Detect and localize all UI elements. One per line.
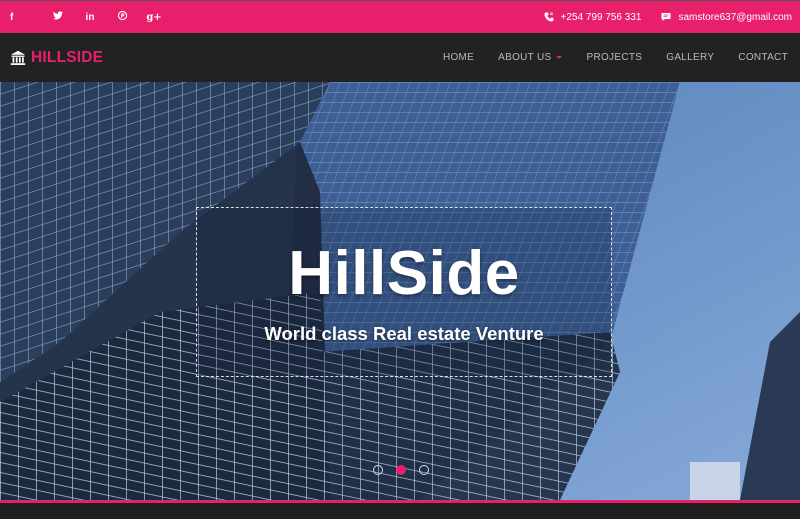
top-bar: f in g+ +254 799 756 331 samstore637@gma… (0, 0, 800, 33)
contact-info: +254 799 756 331 samstore637@gmail.com (524, 12, 792, 23)
email-contact[interactable]: samstore637@gmail.com (661, 12, 792, 23)
linkedin-icon[interactable]: in (74, 12, 106, 23)
phone-number: +254 799 756 331 (560, 11, 642, 23)
social-links: f in g+ (10, 10, 170, 23)
hero-title: HillSide (288, 239, 520, 308)
phone-icon (544, 12, 554, 22)
nav-item-label: ABOUT US (498, 52, 552, 63)
caret-down-icon (556, 56, 563, 59)
hero-slider: HillSide World class Real estate Venture (0, 82, 800, 500)
slide-indicator-1[interactable] (373, 465, 383, 475)
phone-contact[interactable]: +254 799 756 331 (544, 11, 642, 23)
slide-indicator-3[interactable] (419, 465, 429, 475)
nav-item-projects[interactable]: PROJECTS (586, 52, 642, 63)
nav-item-gallery[interactable]: GALLERY (666, 52, 714, 63)
brand[interactable]: HILLSIDE (10, 49, 103, 67)
facebook-icon[interactable]: f (10, 12, 22, 23)
hero-subtitle: World class Real estate Venture (264, 323, 544, 344)
nav-item-home[interactable]: HOME (443, 52, 474, 63)
chat-icon (661, 13, 671, 21)
hero-caption: HillSide World class Real estate Venture (196, 207, 612, 377)
main-navbar: HILLSIDE HOME ABOUT US PROJECTS GALLERY … (0, 33, 800, 82)
section-below (0, 503, 800, 519)
google-plus-icon[interactable]: g+ (138, 12, 170, 23)
nav-item-about-us[interactable]: ABOUT US (498, 52, 563, 63)
slider-indicators (373, 465, 442, 475)
pinterest-icon[interactable] (106, 10, 138, 23)
nav-menu: HOME ABOUT US PROJECTS GALLERY CONTACT (419, 52, 788, 63)
nav-item-contact[interactable]: CONTACT (738, 52, 788, 63)
email-address: samstore637@gmail.com (678, 11, 792, 23)
slide-indicator-2[interactable] (396, 465, 406, 475)
bank-building-icon (10, 50, 26, 65)
brand-name: HILLSIDE (31, 48, 104, 66)
twitter-icon[interactable] (42, 11, 74, 23)
